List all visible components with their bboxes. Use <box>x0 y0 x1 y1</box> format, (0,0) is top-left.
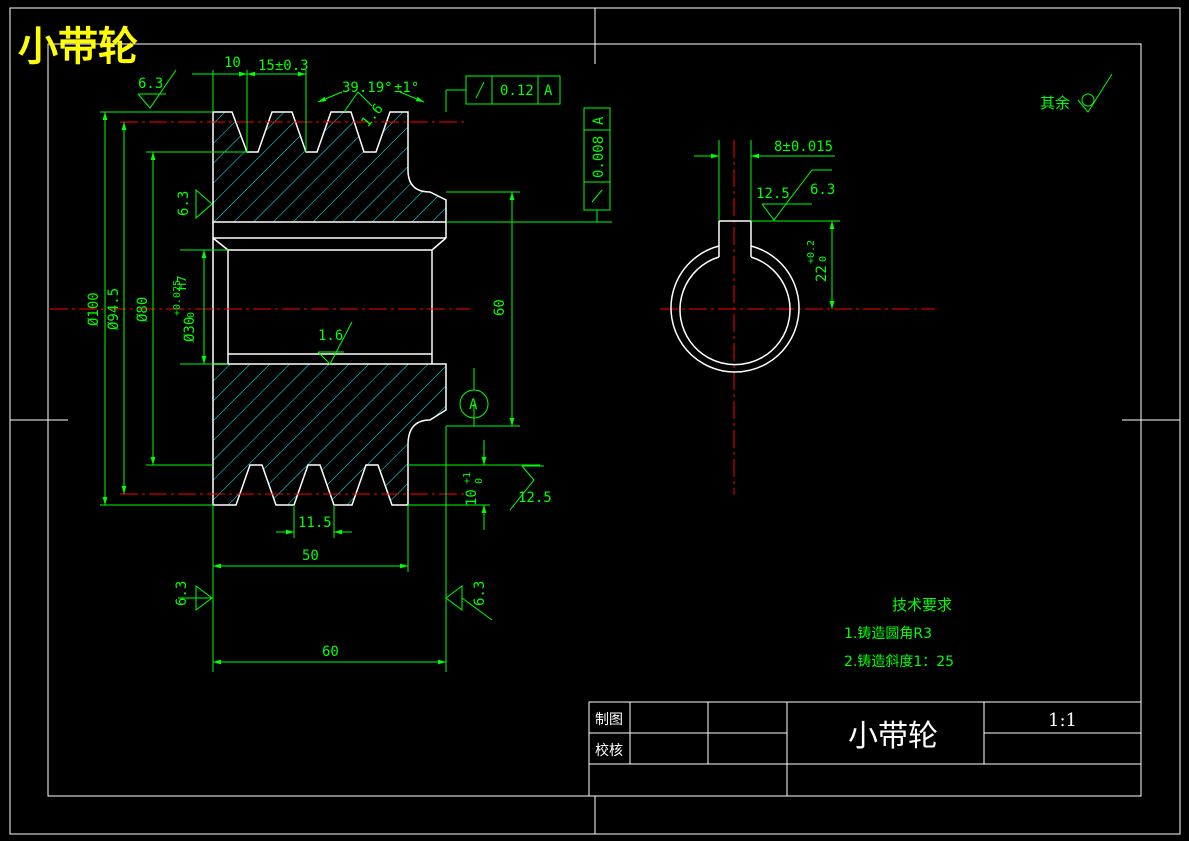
dim-key-depth: 22 <box>814 265 830 282</box>
dim-key-width: 8±0.015 <box>774 139 833 155</box>
dim-groove-depth-tol-low: 0 <box>474 478 485 484</box>
rough-key-b: 6.3 <box>810 182 835 198</box>
drawing-sheet: 小带轮 10 15±0.3 39.19° ±1° 6.3 1.6 0.12 A … <box>9 7 1181 835</box>
lower-section <box>212 363 447 506</box>
scale-value: 1:1 <box>1048 710 1077 731</box>
dim-d100: Ø100 <box>86 292 102 326</box>
rough-key-a: 12.5 <box>756 186 790 202</box>
drawn-label: 制图 <box>595 712 623 728</box>
rough-top: 6.3 <box>138 76 163 92</box>
datum-a-label: A <box>469 397 478 413</box>
note-item-2: 2.铸造斜度1：25 <box>844 654 954 670</box>
rough-face-left: 6.3 <box>174 581 190 606</box>
dim-groove-depth: 10 <box>464 489 480 506</box>
fcf-runout-value: 0.12 <box>500 83 534 99</box>
dim-hub-60: 60 <box>492 299 508 316</box>
dim-d94: Ø94.5 <box>106 288 122 330</box>
rough-left: 6.3 <box>176 191 192 216</box>
dim-key-depth-tol-low: 0 <box>818 256 829 262</box>
fcf-runout-datum: A <box>544 83 553 99</box>
dim-bore-fit: H7 <box>175 276 189 290</box>
dim-width-10: 10 <box>224 55 241 71</box>
corner-title: 小带轮 <box>18 24 138 70</box>
checked-label: 校核 <box>595 742 623 759</box>
rough-bore: 1.6 <box>318 328 343 344</box>
dim-width-50: 50 <box>302 548 319 564</box>
dim-groove-width: 11.5 <box>298 515 332 531</box>
fcf-flatness-value: 0.008 <box>591 136 607 178</box>
part-name: 小带轮 <box>848 719 938 754</box>
bore-end-view <box>670 220 800 373</box>
rough-bottom: 12.5 <box>518 490 552 506</box>
dim-angle-tol: ±1° <box>394 80 419 96</box>
notes-title: 技术要求 <box>892 596 952 614</box>
dim-groove-pitch: 15±0.3 <box>258 58 309 74</box>
dim-groove-depth-tol-up: +1 <box>462 472 473 484</box>
note-item-1: 1.铸造圆角R3 <box>844 626 932 642</box>
rough-face-right: 6.3 <box>472 581 488 606</box>
sheet-frame <box>9 7 1181 835</box>
dim-bore: Ø30 <box>182 317 198 342</box>
dim-bore-tol-low: 0 <box>186 312 197 318</box>
dim-d80: Ø80 <box>135 297 151 322</box>
upper-section <box>212 111 447 223</box>
dim-key-depth-tol-up: +0.2 <box>806 240 817 264</box>
dim-width-60: 60 <box>322 644 339 660</box>
fcf-flatness-datum: A <box>591 116 607 125</box>
rest-roughness-label: 其余 <box>1040 94 1070 112</box>
dim-groove-angle: 39.19° <box>342 80 393 96</box>
rough-groove: 1.6 <box>358 101 387 131</box>
